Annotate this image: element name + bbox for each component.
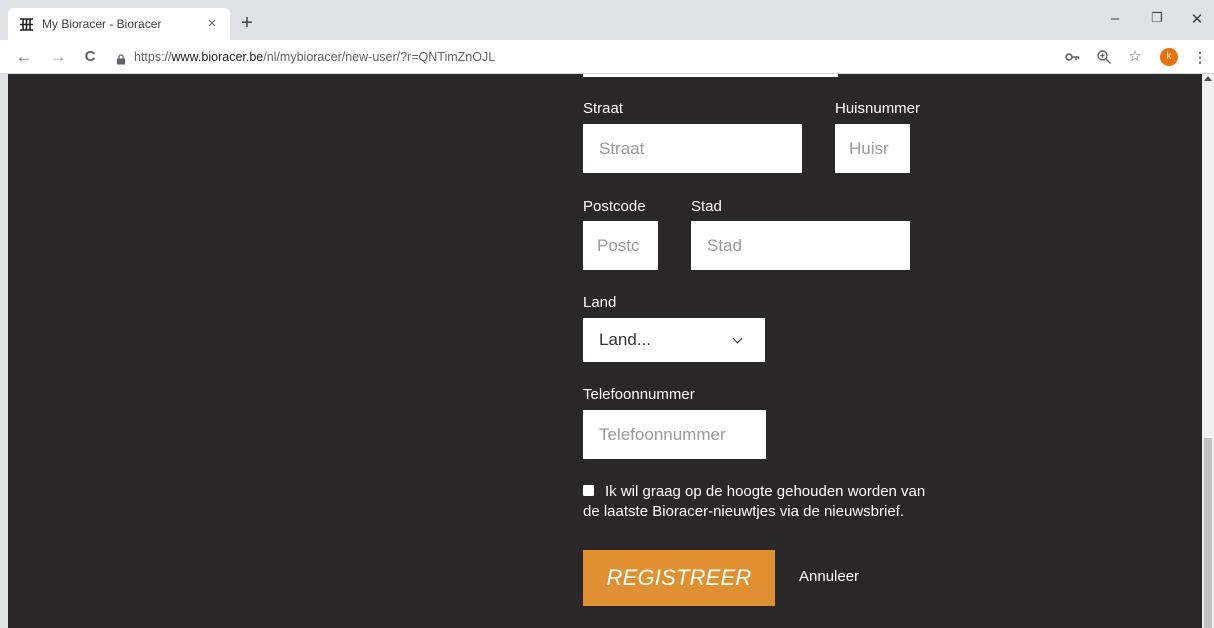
forward-icon[interactable]: → (48, 48, 68, 65)
country-label: Land (583, 294, 617, 311)
city-label: Stad (691, 198, 722, 215)
country-select-value: Land... (599, 330, 651, 349)
key-icon[interactable] (1064, 49, 1080, 65)
lock-icon (116, 52, 126, 65)
address-bar[interactable]: https://www.bioracer.be/nl/mybioracer/ne… (134, 50, 495, 64)
browser-toolbar: ← → C https://www.bioracer.be/nl/mybiora… (0, 40, 1214, 74)
house-number-label: Huisnummer (835, 100, 921, 117)
bioracer-favicon-icon (18, 16, 34, 32)
page-viewport: Straat Huisnummer Postcode Stad Land Lan… (8, 74, 1202, 628)
url-path: /nl/mybioracer/new-user/?r=QNTimZnOJL (263, 50, 496, 64)
url-scheme: https:// (134, 50, 172, 64)
page-scrollbar[interactable] (1202, 74, 1214, 628)
register-button[interactable]: REGISTREER (583, 550, 775, 606)
country-select[interactable]: Land... (583, 318, 765, 362)
close-window-icon[interactable]: ✕ (1187, 10, 1207, 28)
scroll-up-arrow-icon[interactable] (1204, 76, 1212, 81)
star-icon[interactable]: ☆ (1127, 49, 1143, 65)
postcode-label: Postcode (583, 198, 646, 215)
house-number-input[interactable] (835, 124, 910, 173)
street-input[interactable] (583, 124, 802, 173)
zoom-icon[interactable] (1096, 49, 1112, 65)
chevron-down-icon (732, 333, 743, 343)
tab-title: My Bioracer - Bioracer (42, 17, 162, 31)
new-tab-button[interactable]: + (236, 13, 258, 35)
tab-strip: My Bioracer - Bioracer × + – ❐ ✕ (0, 0, 1214, 40)
cancel-link[interactable]: Annuleer (799, 568, 859, 585)
url-host: www.bioracer.be (171, 50, 264, 64)
newsletter-checkbox[interactable] (583, 485, 594, 496)
newsletter-text-2: de laatste Bioracer-nieuwtjes via de nie… (583, 502, 904, 521)
newsletter-line-2: de laatste Bioracer-nieuwtjes via de nie… (583, 503, 904, 520)
tab-close-icon[interactable]: × (204, 16, 220, 32)
previous-field-edge (583, 74, 838, 77)
back-icon[interactable]: ← (14, 48, 34, 65)
profile-avatar[interactable]: k (1160, 48, 1178, 66)
kebab-menu-icon[interactable]: ⋮ (1192, 49, 1208, 65)
city-input[interactable] (691, 221, 910, 270)
phone-label: Telefoonnummer (583, 386, 695, 403)
newsletter-line-1: Ik wil graag op de hoogte gehouden worde… (605, 483, 926, 500)
newsletter-text: Ik wil graag op de hoogte gehouden worde… (605, 482, 925, 501)
reload-icon[interactable]: C (80, 48, 100, 65)
restore-icon[interactable]: ❐ (1147, 10, 1167, 26)
postcode-input[interactable] (583, 221, 658, 270)
minimize-icon[interactable]: – (1105, 10, 1125, 27)
phone-input[interactable] (583, 410, 766, 459)
scrollbar-thumb[interactable] (1204, 438, 1212, 628)
street-label: Straat (583, 100, 624, 117)
browser-tab[interactable]: My Bioracer - Bioracer × (8, 8, 230, 40)
